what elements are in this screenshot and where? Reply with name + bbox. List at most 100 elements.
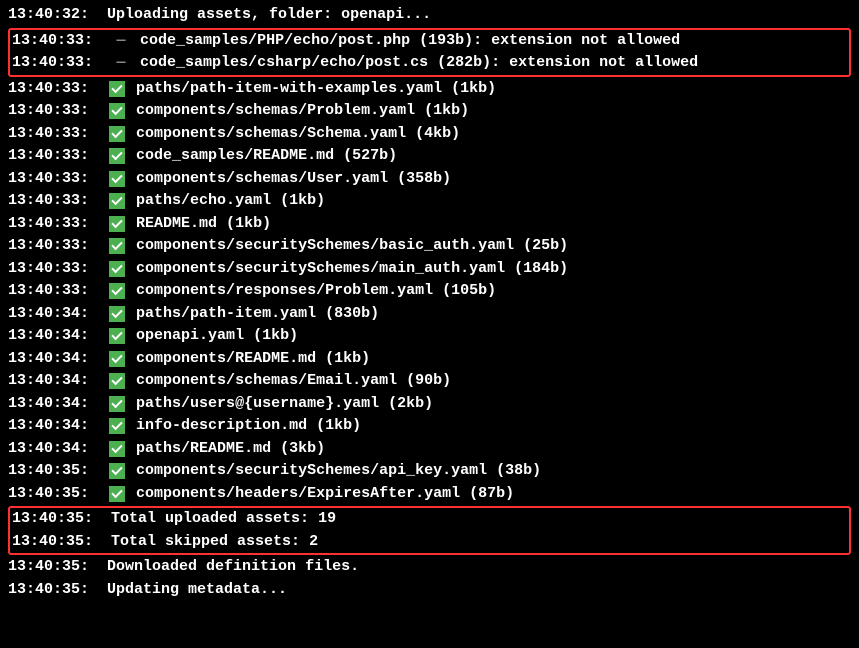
log-message: components/securitySchemes/basic_auth.ya… [136, 235, 568, 258]
log-message: Updating metadata... [107, 579, 287, 602]
check-icon [109, 171, 125, 187]
check-icon [109, 81, 125, 97]
log-message: Downloaded definition files. [107, 556, 359, 579]
timestamp: 13:40:35: [8, 579, 89, 602]
timestamp: 13:40:35: [12, 508, 93, 531]
check-icon [109, 418, 125, 434]
timestamp: 13:40:35: [8, 556, 89, 579]
log-message: components/schemas/User.yaml (358b) [136, 168, 451, 191]
log-line: 13:40:34: info-description.md (1kb) [8, 415, 851, 438]
timestamp: 13:40:33: [8, 78, 89, 101]
check-icon [109, 261, 125, 277]
log-line: 13:40:33: components/securitySchemes/mai… [8, 258, 851, 281]
timestamp: 13:40:35: [8, 460, 89, 483]
check-icon [109, 351, 125, 367]
check-icon [109, 283, 125, 299]
log-line: 13:40:33: — code_samples/PHP/echo/post.p… [12, 30, 847, 53]
log-line: 13:40:32: Uploading assets, folder: open… [8, 4, 851, 27]
log-section-footer: 13:40:35: Downloaded definition files.13… [8, 556, 851, 601]
check-icon [109, 486, 125, 502]
log-line: 13:40:33: paths/path-item-with-examples.… [8, 78, 851, 101]
log-message: paths/path-item.yaml (830b) [136, 303, 379, 326]
timestamp: 13:40:33: [8, 258, 89, 281]
log-message: paths/echo.yaml (1kb) [136, 190, 325, 213]
log-message: paths/README.md (3kb) [136, 438, 325, 461]
log-line: 13:40:33: paths/echo.yaml (1kb) [8, 190, 851, 213]
check-icon [109, 306, 125, 322]
log-message: code_samples/README.md (527b) [136, 145, 397, 168]
timestamp: 13:40:33: [8, 123, 89, 146]
log-message: info-description.md (1kb) [136, 415, 361, 438]
timestamp: 13:40:34: [8, 393, 89, 416]
log-message: components/securitySchemes/main_auth.yam… [136, 258, 568, 281]
log-line: 13:40:33: code_samples/README.md (527b) [8, 145, 851, 168]
timestamp: 13:40:33: [12, 52, 93, 75]
timestamp: 13:40:34: [8, 325, 89, 348]
check-icon [109, 396, 125, 412]
check-icon [109, 328, 125, 344]
log-message: Uploading assets, folder: openapi... [107, 4, 431, 27]
check-icon [109, 238, 125, 254]
timestamp: 13:40:35: [8, 483, 89, 506]
log-message: components/responses/Problem.yaml (105b) [136, 280, 496, 303]
check-icon [109, 216, 125, 232]
check-icon [109, 126, 125, 142]
log-message: openapi.yaml (1kb) [136, 325, 298, 348]
log-line: 13:40:35: Total uploaded assets: 19 [12, 508, 847, 531]
timestamp: 13:40:33: [8, 280, 89, 303]
log-line: 13:40:33: components/schemas/Schema.yaml… [8, 123, 851, 146]
timestamp: 13:40:34: [8, 303, 89, 326]
log-line: 13:40:33: README.md (1kb) [8, 213, 851, 236]
check-icon [109, 463, 125, 479]
timestamp: 13:40:33: [8, 100, 89, 123]
log-message: paths/path-item-with-examples.yaml (1kb) [136, 78, 496, 101]
log-line: 13:40:34: components/README.md (1kb) [8, 348, 851, 371]
check-icon [109, 103, 125, 119]
log-line: 13:40:35: components/headers/ExpiresAfte… [8, 483, 851, 506]
log-line: 13:40:35: Downloaded definition files. [8, 556, 851, 579]
timestamp: 13:40:33: [8, 168, 89, 191]
log-line: 13:40:33: components/schemas/Problem.yam… [8, 100, 851, 123]
log-message: components/README.md (1kb) [136, 348, 370, 371]
timestamp: 13:40:35: [12, 531, 93, 554]
log-section-header: 13:40:32: Uploading assets, folder: open… [8, 4, 851, 27]
log-line: 13:40:35: Total skipped assets: 2 [12, 531, 847, 554]
log-message: components/schemas/Schema.yaml (4kb) [136, 123, 460, 146]
highlight-totals: 13:40:35: Total uploaded assets: 1913:40… [8, 506, 851, 555]
timestamp: 13:40:32: [8, 4, 89, 27]
log-message: paths/users@{username}.yaml (2kb) [136, 393, 433, 416]
log-line: 13:40:35: Updating metadata... [8, 579, 851, 602]
log-message: components/securitySchemes/api_key.yaml … [136, 460, 541, 483]
log-line: 13:40:34: paths/path-item.yaml (830b) [8, 303, 851, 326]
log-section-uploaded: 13:40:33: paths/path-item-with-examples.… [8, 78, 851, 506]
log-message: README.md (1kb) [136, 213, 271, 236]
check-icon [109, 441, 125, 457]
log-line: 13:40:34: paths/users@{username}.yaml (2… [8, 393, 851, 416]
log-line: 13:40:35: components/securitySchemes/api… [8, 460, 851, 483]
dash-icon: — [111, 52, 131, 75]
log-message: code_samples/PHP/echo/post.php (193b): e… [140, 30, 680, 53]
timestamp: 13:40:33: [8, 213, 89, 236]
log-line: 13:40:34: components/schemas/Email.yaml … [8, 370, 851, 393]
timestamp: 13:40:34: [8, 438, 89, 461]
log-message: components/schemas/Email.yaml (90b) [136, 370, 451, 393]
timestamp: 13:40:33: [12, 30, 93, 53]
dash-icon: — [111, 30, 131, 53]
check-icon [109, 193, 125, 209]
log-line: 13:40:33: components/schemas/User.yaml (… [8, 168, 851, 191]
check-icon [109, 148, 125, 164]
timestamp: 13:40:33: [8, 235, 89, 258]
timestamp: 13:40:33: [8, 190, 89, 213]
log-message: components/schemas/Problem.yaml (1kb) [136, 100, 469, 123]
highlight-skipped-files: 13:40:33: — code_samples/PHP/echo/post.p… [8, 28, 851, 77]
log-line: 13:40:33: components/responses/Problem.y… [8, 280, 851, 303]
log-line: 13:40:33: — code_samples/csharp/echo/pos… [12, 52, 847, 75]
timestamp: 13:40:34: [8, 348, 89, 371]
terminal-output: 13:40:32: Uploading assets, folder: open… [8, 4, 851, 601]
log-line: 13:40:33: components/securitySchemes/bas… [8, 235, 851, 258]
timestamp: 13:40:33: [8, 145, 89, 168]
check-icon [109, 373, 125, 389]
log-line: 13:40:34: openapi.yaml (1kb) [8, 325, 851, 348]
timestamp: 13:40:34: [8, 415, 89, 438]
log-message: Total skipped assets: 2 [111, 531, 318, 554]
